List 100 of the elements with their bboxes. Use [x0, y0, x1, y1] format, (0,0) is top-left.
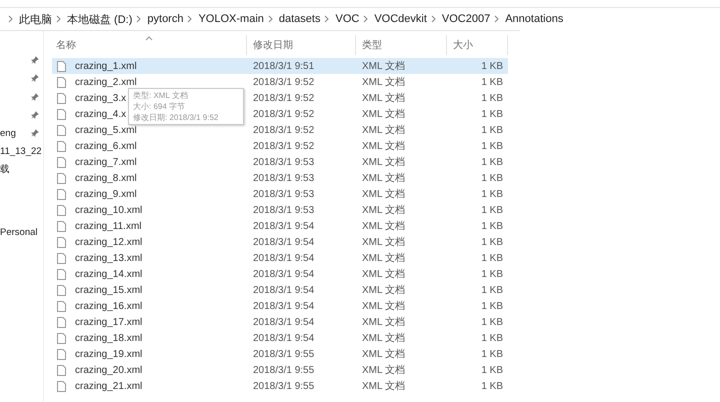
nav-item[interactable]: 11_13_22: [0, 146, 42, 158]
date-cell-text: 2018/3/1 9:52: [252, 124, 316, 136]
size-cell-text: 1 KB: [480, 284, 504, 296]
date-cell-text: 2018/3/1 9:55: [252, 348, 316, 360]
file-name: crazing_12.xml: [75, 236, 142, 248]
breadcrumb-item[interactable]: datasets: [278, 13, 320, 25]
size-cell-text: 1 KB: [480, 364, 504, 376]
file-name: crazing_6.xml: [75, 140, 137, 152]
file-name: crazing_2.xml: [75, 76, 137, 88]
breadcrumb-item[interactable]: 本地磁盘 (D:): [67, 12, 132, 26]
file-name: crazing_9.xml: [75, 188, 137, 200]
date-cell-text: 2018/3/1 9:53: [252, 172, 316, 184]
file-icon: [57, 268, 66, 280]
file-name: crazing_10.xml: [75, 204, 142, 216]
column-header[interactable]: 名称: [52, 35, 247, 55]
chevron-icon: [268, 15, 273, 23]
file-icon: [57, 188, 66, 200]
size-cell-text: 1 KB: [480, 348, 504, 360]
chevron-icon: [56, 15, 61, 23]
nav-item[interactable]: Personal: [0, 226, 38, 238]
file-icon: [57, 316, 66, 328]
date-cell-text: 2018/3/1 9:54: [252, 316, 316, 328]
type-cell-text: XML 文档: [361, 332, 406, 345]
pin-icon: [31, 110, 39, 119]
file-name: crazing_21.xml: [75, 380, 142, 392]
file-icon: [57, 236, 66, 248]
type-cell-text: XML 文档: [361, 188, 406, 201]
nav-item[interactable]: eng: [0, 128, 16, 139]
file-name: crazing_15.xml: [75, 284, 142, 296]
file-name: crazing_8.xml: [75, 172, 137, 184]
date-cell-text: 2018/3/1 9:53: [252, 156, 316, 168]
breadcrumb-item[interactable]: 此电脑: [19, 12, 52, 26]
size-cell-text: 1 KB: [480, 252, 504, 264]
breadcrumb-item[interactable]: VOCdevkit: [374, 13, 427, 25]
file-name: crazing_7.xml: [75, 156, 137, 168]
breadcrumb-item[interactable]: VOC2007: [442, 13, 490, 25]
date-cell-text: 2018/3/1 9:52: [252, 140, 316, 152]
type-cell-text: XML 文档: [361, 140, 406, 153]
pin-icon: [31, 129, 39, 138]
type-cell-text: XML 文档: [361, 204, 406, 217]
type-cell-text: XML 文档: [361, 300, 406, 313]
date-cell-text: 2018/3/1 9:53: [252, 204, 316, 216]
size-cell-text: 1 KB: [480, 268, 504, 280]
size-cell-text: 1 KB: [480, 60, 504, 72]
breadcrumb-item[interactable]: VOC: [335, 13, 360, 25]
type-cell-text: XML 文档: [361, 236, 406, 249]
size-cell-text: 1 KB: [480, 76, 504, 88]
size-cell-text: 1 KB: [480, 300, 504, 312]
pin-icon: [31, 56, 39, 64]
date-cell-text: 2018/3/1 9:51: [252, 60, 316, 72]
date-cell-text: 2018/3/1 9:54: [252, 236, 316, 248]
column-header[interactable]: 类型: [356, 35, 447, 55]
size-cell-text: 1 KB: [480, 204, 504, 216]
nav-item[interactable]: 载: [0, 163, 10, 176]
type-cell-text: XML 文档: [361, 156, 406, 169]
chevron-icon: [494, 15, 500, 23]
date-cell-text: 2018/3/1 9:52: [252, 76, 316, 88]
type-cell-text: XML 文档: [361, 60, 406, 73]
type-cell-text: XML 文档: [361, 364, 406, 377]
file-name: crazing_20.xml: [75, 364, 142, 376]
date-cell-text: 2018/3/1 9:52: [252, 108, 316, 120]
chevron-icon: [430, 15, 436, 23]
file-icon: [57, 300, 66, 312]
file-icon: [57, 380, 66, 392]
date-cell-text: 2018/3/1 9:52: [252, 92, 316, 104]
file-icon: [57, 124, 66, 136]
file-name: crazing_13.xml: [75, 252, 142, 264]
file-name: crazing_1.xml: [75, 60, 137, 72]
breadcrumb-item[interactable]: Annotations: [505, 13, 564, 25]
file-name: crazing_17.xml: [75, 316, 142, 328]
column-header[interactable]: 大小: [447, 35, 508, 55]
size-cell-text: 1 KB: [480, 332, 504, 344]
pin-icon: [31, 92, 39, 101]
type-cell-text: XML 文档: [361, 108, 406, 121]
file-icon: [57, 220, 66, 232]
date-cell-text: 2018/3/1 9:55: [252, 380, 316, 392]
size-cell-text: 1 KB: [480, 188, 504, 200]
chevron-icon: [363, 15, 368, 23]
column-header[interactable]: 修改日期: [247, 35, 356, 55]
type-cell-text: XML 文档: [361, 284, 406, 297]
size-cell-text: 1 KB: [480, 236, 504, 248]
file-icon: [57, 76, 66, 88]
chevron-icon: [8, 15, 13, 23]
chevron-icon: [324, 15, 330, 23]
type-cell-text: XML 文档: [361, 316, 406, 329]
file-name: crazing_3.x: [75, 92, 126, 104]
size-cell-text: 1 KB: [480, 380, 504, 392]
tooltip-line: 类型: XML 文档: [133, 90, 189, 101]
tooltip-line: 修改日期: 2018/3/1 9:52: [133, 112, 220, 123]
type-cell-text: XML 文档: [361, 252, 406, 265]
size-cell-text: 1 KB: [480, 124, 504, 136]
file-icon: [57, 348, 66, 360]
date-cell-text: 2018/3/1 9:54: [252, 332, 316, 344]
type-cell-text: XML 文档: [361, 268, 406, 281]
breadcrumb-item[interactable]: YOLOX-main: [198, 13, 264, 25]
type-cell-text: XML 文档: [361, 220, 406, 233]
chevron-icon: [136, 15, 142, 23]
date-cell-text: 2018/3/1 9:54: [252, 300, 316, 312]
breadcrumb-item[interactable]: pytorch: [147, 13, 184, 25]
date-cell-text: 2018/3/1 9:54: [252, 284, 316, 296]
